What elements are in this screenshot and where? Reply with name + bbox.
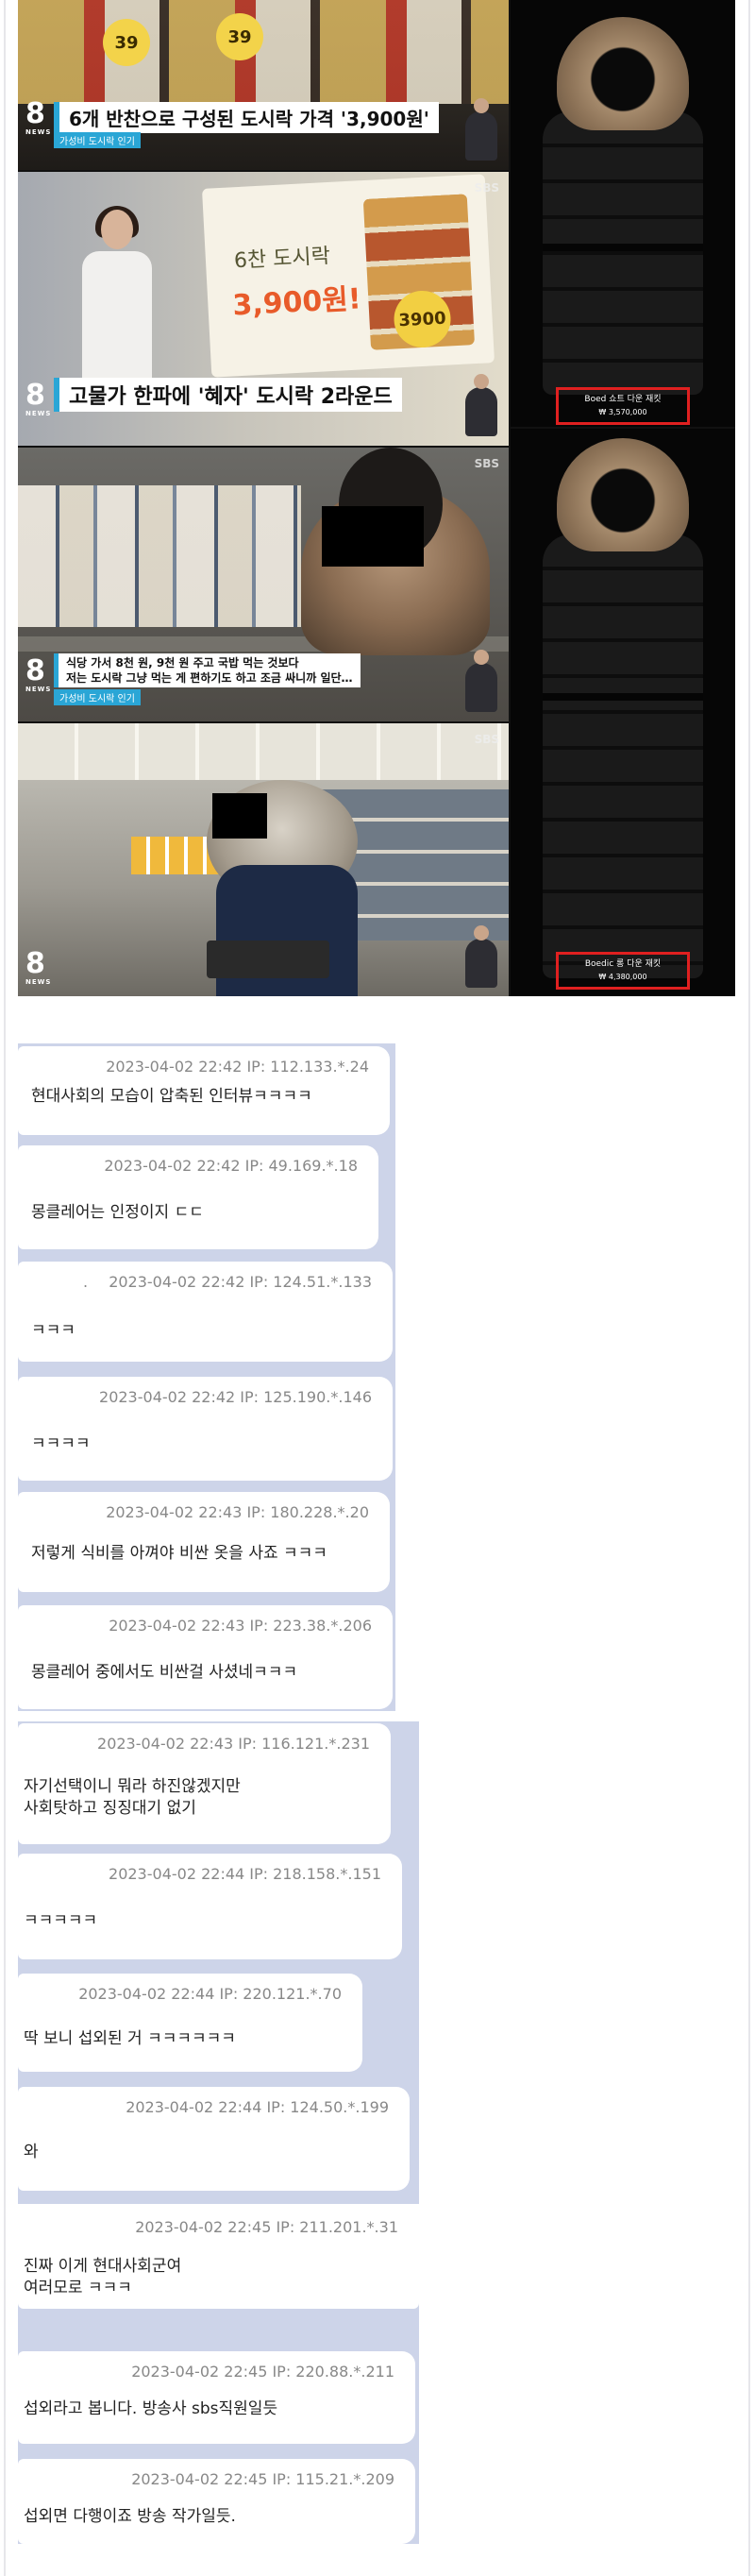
comment-text: ㅋㅋㅋㅋㅋ [24,1911,98,1930]
board-price: 3,900원! [231,282,362,323]
comment-text: 와 [24,2143,39,2161]
sbs-watermark: SBS [474,733,499,746]
face-censor-bar [212,793,267,839]
comment-bubble: 2023-04-02 22:44 IP: 124.50.*.199 와 [18,2087,410,2191]
comment-bubble: 2023-04-02 22:44 IP: 220.121.*.70 딱 보니 섭… [18,1974,362,2072]
product-price: ₩ 3,570,000 [598,408,647,416]
sbs-8news-logo: 8 NEWS [25,97,52,137]
comment-lead-mark: . [83,1273,89,1291]
comment-meta: 2023-04-02 22:45 IP: 115.21.*.209 [131,2470,394,2488]
news-sub-caption: 가성비 도시락 인기 [54,689,141,705]
comment-bubble: 2023-04-02 22:42 IP: 125.190.*.146 ㅋㅋㅋㅋ [18,1377,393,1481]
comment-bubble: 2023-04-02 22:44 IP: 218.158.*.151 ㅋㅋㅋㅋㅋ [18,1854,402,1959]
comment-bubble: 2023-04-02 22:43 IP: 223.38.*.206 몽클레어 중… [18,1605,393,1709]
comment-bubble: 2023-04-02 22:45 IP: 115.21.*.209 섭외면 다행… [18,2459,415,2544]
face-censor-bar [322,506,424,567]
comment-meta: 2023-04-02 22:45 IP: 220.88.*.211 [131,2363,394,2381]
lunchbox-graphic: 6찬 도시락 3,900원! 3900 [201,174,495,378]
comment-meta: 2023-04-02 22:43 IP: 223.38.*.206 [109,1617,372,1635]
price-sticker: 39 [103,19,150,66]
comment-text: 저렇게 식비를 아껴야 비싼 옷을 사죠 ㅋㅋㅋ [31,1544,327,1563]
sbs-8news-logo: 8 NEWS [25,379,52,418]
comment-meta: 2023-04-02 22:44 IP: 218.158.*.151 [109,1865,381,1883]
news-sub-caption: 가성비 도시락 인기 [54,132,141,148]
jacket-belt [543,244,703,251]
price-sticker: 39 [216,13,263,60]
comment-meta: 2023-04-02 22:44 IP: 124.50.*.199 [126,2098,389,2116]
jacket-body [543,111,703,395]
comment-text: 섭외면 다행이죠 방송 작가일듯. [24,2507,236,2526]
comment-text: ㅋㅋㅋㅋ [31,1434,91,1453]
interview-caption-line2: 저는 도시락 그냥 먹는 게 편하기도 하고 조금 싸니까 일단… [66,671,353,685]
jacket-body [543,534,703,978]
comment-meta: 2023-04-02 22:45 IP: 211.201.*.31 [135,2218,398,2236]
lunchbox-shelf [18,0,509,104]
left-border [4,0,6,2576]
news-frame-interview-1: SBS 8 NEWS 식당 가서 8천 원, 9천 원 주고 국밥 먹는 것보다 … [18,448,509,721]
comment-bubble: 2023-04-02 22:45 IP: 220.88.*.211 섭외라고 봅… [18,2351,415,2444]
sbs-8news-logo: 8 NEWS [25,654,52,694]
interview-caption: 식당 가서 8천 원, 9천 원 주고 국밥 먹는 것보다 저는 도시락 그냥 … [54,653,361,687]
comment-text: 현대사회의 모습이 압축된 인터뷰ㅋㅋㅋㅋ [31,1087,312,1106]
sbs-8news-logo: 8 NEWS [25,947,52,987]
comment-bubble: 2023-04-02 22:42 IP: 112.133.*.24 현대사회의 … [18,1046,390,1135]
comment-meta: 2023-04-02 22:42 IP: 124.51.*.133 [109,1273,372,1291]
comment-meta: 2023-04-02 22:43 IP: 180.228.*.20 [106,1503,369,1521]
comment-meta: 2023-04-02 22:42 IP: 125.190.*.146 [99,1388,372,1406]
sbs-watermark: SBS [474,181,499,195]
product-price: ₩ 4,380,000 [598,973,647,981]
news-collage-image: 39 39 8 NEWS 6개 반찬으로 구성된 도시락 가격 '3,900원' … [18,0,735,996]
product-name: Boedic 롱 다운 재킷 [584,959,662,969]
jacket-belt [543,693,703,701]
comment-meta: 2023-04-02 22:42 IP: 49.169.*.18 [104,1157,358,1175]
onigiri-shelf [18,485,301,627]
news-frame-lunchbox-price: 39 39 8 NEWS 6개 반찬으로 구성된 도시락 가격 '3,900원' … [18,0,509,170]
comment-meta: 2023-04-02 22:43 IP: 116.121.*.231 [97,1735,370,1753]
comment-text: 자기선택이니 뭐라 하진않겠지만 사회탓하고 징징대기 없기 [24,1777,241,1818]
news-caption: 6개 반찬으로 구성된 도시락 가격 '3,900원' [54,102,439,133]
comment-text: 딱 보니 섭외된 거 ㅋㅋㅋㅋㅋㅋ [24,2029,236,2048]
product-price-box: Boedic 롱 다운 재킷 ₩ 4,380,000 [556,952,690,990]
news-caption: 고물가 한파에 '혜자' 도시락 2라운드 [54,378,402,412]
comment-meta: 2023-04-02 22:44 IP: 220.121.*.70 [78,1985,342,2003]
lunchbox [207,941,329,978]
board-title: 6찬 도시락 [233,244,331,274]
product-price-box: Boed 쇼트 다운 재킷 ₩ 3,570,000 [556,387,690,425]
sign-language-interpreter [465,650,497,712]
comment-text: ㅋㅋㅋ [31,1321,76,1340]
comment-bubble: 2023-04-02 22:42 IP: 49.169.*.18 몽클레어는 인… [18,1145,378,1249]
news-frame-interview-2: SBS 8 NEWS [18,723,509,996]
news-anchor [75,206,159,383]
comment-text: 몽클레어는 인정이지 ㄷㄷ [31,1203,204,1222]
comment-bubble: 2023-04-02 22:43 IP: 180.228.*.20 저렇게 식비… [18,1492,390,1592]
interview-caption-line1: 식당 가서 8천 원, 9천 원 주고 국밥 먹는 것보다 [66,656,299,669]
sign-language-interpreter [465,374,497,436]
comment-text: 섭외라고 봅니다. 방송사 sbs직원일듯 [24,2399,278,2418]
sign-language-interpreter [465,98,497,161]
comment-text: 몽클레어 중에서도 비싼걸 사셨네ㅋㅋㅋ [31,1663,298,1682]
comment-bubble: 2023-04-02 22:45 IP: 211.201.*.31 진짜 이게 … [18,2207,419,2309]
fur-hood [557,17,689,130]
comment-meta: 2023-04-02 22:42 IP: 112.133.*.24 [106,1058,369,1076]
fur-hood [557,438,689,551]
sbs-watermark: SBS [474,457,499,470]
right-border [748,0,750,2576]
product-name: Boed 쇼트 다운 재킷 [584,395,662,404]
product-short-down-jacket: Boed 쇼트 다운 재킷 ₩ 3,570,000 [511,0,735,427]
news-frame-anchor: 6찬 도시락 3,900원! 3900 SBS 8 NEWS 고물가 한파에 '혜… [18,172,509,446]
store-ceiling [18,723,509,780]
product-long-down-jacket: Boedic 롱 다운 재킷 ₩ 4,380,000 [511,429,735,996]
sign-language-interpreter [465,925,497,988]
comment-bubble: 2023-04-02 22:43 IP: 116.121.*.231 자기선택이… [18,1723,391,1844]
comment-bubble: . 2023-04-02 22:42 IP: 124.51.*.133 ㅋㅋㅋ [18,1262,393,1362]
comment-text: 진짜 이게 현대사회군여 여러모로 ㅋㅋㅋ [24,2257,182,2297]
